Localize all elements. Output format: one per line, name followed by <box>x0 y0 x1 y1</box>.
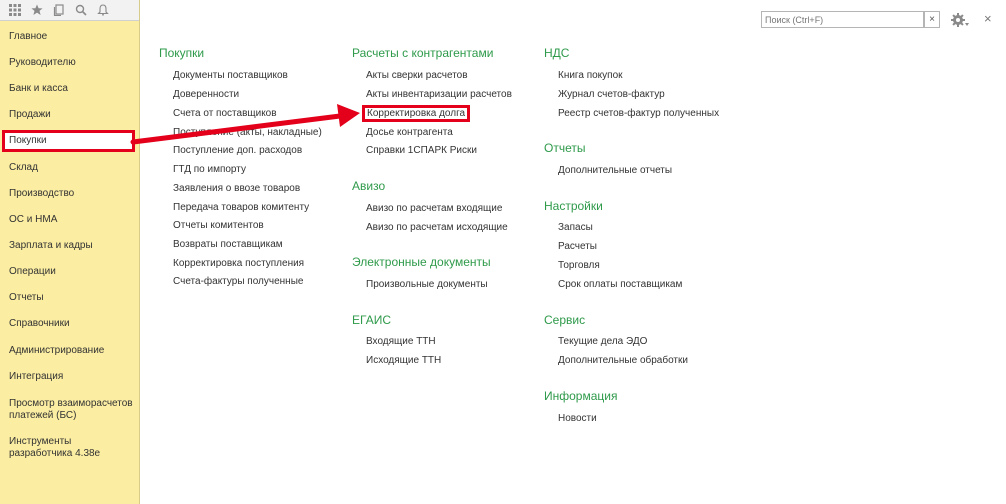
sidebar-item-sales[interactable]: Продажи <box>9 109 51 121</box>
search-icon[interactable] <box>70 0 92 20</box>
sidebar-item-operations[interactable]: Операции <box>9 266 56 278</box>
link-returns-to-suppliers[interactable]: Возвраты поставщикам <box>173 239 283 251</box>
close-icon[interactable]: × <box>984 12 992 26</box>
link-consignor-reports[interactable]: Отчеты комитентов <box>173 220 264 232</box>
gear-icon[interactable] <box>950 10 970 30</box>
link-incoming-ttn[interactable]: Входящие ТТН <box>366 336 436 348</box>
sidebar-item-salary[interactable]: Зарплата и кадры <box>9 240 93 252</box>
sidebar-item-dev-tools-line2[interactable]: разработчика 4.38е <box>9 448 100 460</box>
annotation-arrow <box>130 104 360 145</box>
link-received-invoices[interactable]: Счета-фактуры полученные <box>173 276 303 288</box>
link-import-declarations[interactable]: ГТД по импорту <box>173 164 246 176</box>
sidebar-item-settlements-view-line2[interactable]: платежей (БС) <box>9 410 76 422</box>
sidebar-item-fixed-assets[interactable]: ОС и НМА <box>9 214 57 226</box>
link-transfer-to-consignor[interactable]: Передача товаров комитенту <box>173 202 309 214</box>
link-counterparty-dossier[interactable]: Досье контрагента <box>366 127 453 139</box>
search-input[interactable] <box>761 11 924 28</box>
link-arbitrary-documents[interactable]: Произвольные документы <box>366 279 488 291</box>
sidebar-item-administration[interactable]: Администрирование <box>9 345 104 357</box>
sidebar: Главное Руководителю Банк и касса Продаж… <box>0 0 140 504</box>
sidebar-item-main[interactable]: Главное <box>9 31 47 43</box>
link-supplier-documents[interactable]: Документы поставщиков <box>173 70 288 82</box>
group-title-aviso: Авизо <box>352 179 386 193</box>
link-reconciliation-acts[interactable]: Акты сверки расчетов <box>366 70 468 82</box>
link-debt-adjustment[interactable]: Корректировка долга <box>362 105 471 122</box>
sidebar-item-reports[interactable]: Отчеты <box>9 292 44 304</box>
group-title-settings: Настройки <box>544 199 603 213</box>
link-spark-risks[interactable]: Справки 1СПАРК Риски <box>366 145 477 157</box>
sidebar-item-production[interactable]: Производство <box>9 188 74 200</box>
link-receipt-adjustment[interactable]: Корректировка поступления <box>173 258 304 270</box>
link-invoice-journal[interactable]: Журнал счетов-фактур <box>558 89 665 101</box>
history-icon[interactable] <box>48 0 70 20</box>
link-additional-expenses[interactable]: Поступление доп. расходов <box>173 145 302 157</box>
link-news[interactable]: Новости <box>558 413 597 425</box>
search-clear-button[interactable]: × <box>924 11 940 28</box>
group-title-service: Сервис <box>544 313 586 327</box>
link-stocks[interactable]: Запасы <box>558 222 593 234</box>
group-title-purchases: Покупки <box>159 46 205 60</box>
link-supplier-payment-terms[interactable]: Срок оплаты поставщикам <box>558 279 682 291</box>
link-trade[interactable]: Торговля <box>558 260 600 272</box>
sidebar-item-dev-tools[interactable]: Инструменты <box>9 436 71 448</box>
apps-grid-icon[interactable] <box>4 0 26 20</box>
sidebar-item-catalogs[interactable]: Справочники <box>9 318 70 330</box>
link-current-edo-tasks[interactable]: Текущие дела ЭДО <box>558 336 647 348</box>
bell-icon[interactable] <box>92 0 114 20</box>
link-additional-processing[interactable]: Дополнительные обработки <box>558 355 688 367</box>
link-outgoing-ttn[interactable]: Исходящие ТТН <box>366 355 441 367</box>
link-powers-of-attorney[interactable]: Доверенности <box>173 89 239 101</box>
link-purchase-book[interactable]: Книга покупок <box>558 70 623 82</box>
link-inventory-acts[interactable]: Акты инвентаризации расчетов <box>366 89 512 101</box>
sidebar-item-warehouse[interactable]: Склад <box>9 162 38 174</box>
link-aviso-outgoing[interactable]: Авизо по расчетам исходящие <box>366 222 508 234</box>
group-title-egais: ЕГАИС <box>352 313 391 327</box>
group-title-vat: НДС <box>544 46 570 60</box>
link-supplier-invoices[interactable]: Счета от поставщиков <box>173 108 277 120</box>
link-receipts[interactable]: Поступление (акты, накладные) <box>173 127 322 139</box>
star-icon[interactable] <box>26 0 48 20</box>
sidebar-item-settlements-view[interactable]: Просмотр взаиморасчетов <box>9 398 133 410</box>
link-additional-reports[interactable]: Дополнительные отчеты <box>558 165 672 177</box>
sidebar-item-bank[interactable]: Банк и касса <box>9 83 68 95</box>
group-title-edocs: Электронные документы <box>352 255 491 269</box>
group-title-information: Информация <box>544 389 618 403</box>
link-aviso-incoming[interactable]: Авизо по расчетам входящие <box>366 203 502 215</box>
group-title-settlements: Расчеты с контрагентами <box>352 46 494 60</box>
sidebar-toolbar <box>0 0 139 21</box>
link-import-applications[interactable]: Заявления о ввозе товаров <box>173 183 300 195</box>
link-settlements[interactable]: Расчеты <box>558 241 597 253</box>
group-title-reports: Отчеты <box>544 141 586 155</box>
sidebar-item-manager[interactable]: Руководителю <box>9 57 76 69</box>
link-received-invoice-register[interactable]: Реестр счетов-фактур полученных <box>558 108 719 120</box>
sidebar-item-purchases[interactable]: Покупки <box>2 130 135 152</box>
sidebar-item-integration[interactable]: Интеграция <box>9 371 63 383</box>
